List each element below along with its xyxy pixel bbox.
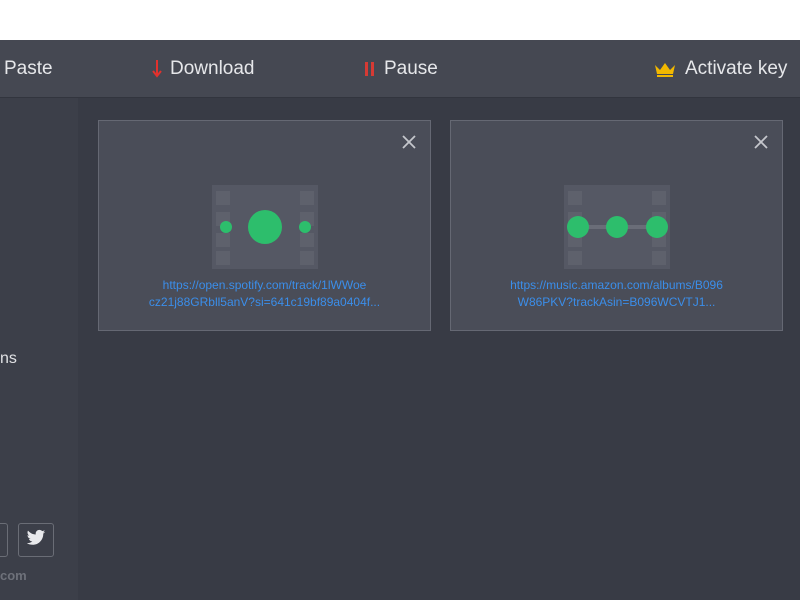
close-icon[interactable] xyxy=(400,133,418,151)
paste-button[interactable]: Paste xyxy=(4,40,53,98)
paste-label: Paste xyxy=(4,58,53,79)
website-link[interactable]: com xyxy=(0,568,27,583)
app-window: Paste Download Pause Activate key ns com… xyxy=(0,40,800,600)
download-label: Download xyxy=(170,58,255,79)
url-line-2: W86PKV?trackAsin=B096WCVTJ1... xyxy=(517,295,716,309)
track-url-link[interactable]: https://open.spotify.com/track/1lWWoe cz… xyxy=(119,277,410,311)
pause-icon xyxy=(364,60,376,78)
url-line-2: cz21j88GRbll5anV?si=641c19bf89a0404f... xyxy=(148,295,381,309)
download-card[interactable]: https://music.amazon.com/albums/B096 W86… xyxy=(450,120,783,331)
activate-key-label: Activate key xyxy=(685,58,788,79)
sidebar: ns com xyxy=(0,98,78,600)
arrow-down-icon xyxy=(152,59,162,79)
url-line-1: https://open.spotify.com/track/1lWWoe xyxy=(162,278,367,292)
twitter-button[interactable] xyxy=(18,523,54,557)
crown-icon xyxy=(653,60,677,78)
close-icon[interactable] xyxy=(752,133,770,151)
pause-button[interactable]: Pause xyxy=(364,40,438,98)
activate-key-button[interactable]: Activate key xyxy=(653,40,787,98)
twitter-icon xyxy=(26,529,46,552)
audio-video-placeholder-icon xyxy=(211,185,318,269)
url-line-1: https://music.amazon.com/albums/B096 xyxy=(510,278,723,292)
toolbar: Paste Download Pause Activate key xyxy=(0,40,800,98)
download-card[interactable]: https://open.spotify.com/track/1lWWoe cz… xyxy=(98,120,431,331)
pause-label: Pause xyxy=(384,58,438,79)
sidebar-item-partial[interactable]: ns xyxy=(0,350,17,368)
social-button[interactable] xyxy=(0,523,8,557)
download-button[interactable]: Download xyxy=(152,40,255,98)
album-url-link[interactable]: https://music.amazon.com/albums/B096 W86… xyxy=(471,277,762,311)
playlist-placeholder-icon xyxy=(563,185,670,269)
